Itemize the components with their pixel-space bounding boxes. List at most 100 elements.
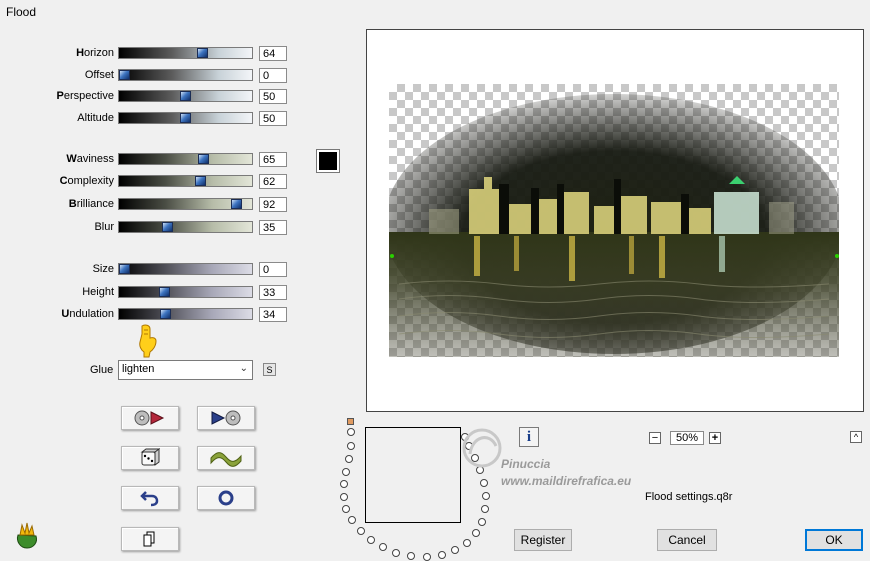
slider-track[interactable] <box>118 90 253 102</box>
navigator-ring-dot <box>392 549 400 557</box>
collapse-button[interactable]: ^ <box>850 431 862 443</box>
navigator-ring-dot <box>348 516 356 524</box>
slider-label: Offset <box>0 69 114 81</box>
watermark-url: www.maildirefrafica.eu <box>501 474 632 488</box>
navigator-ring-dot <box>480 479 488 487</box>
filters-unlimited-logo-icon <box>17 522 37 549</box>
glue-s-button[interactable]: S <box>263 363 276 376</box>
slider-row: Blur 35 <box>0 220 300 236</box>
slider-thumb[interactable] <box>160 309 171 319</box>
slider-value-field[interactable]: 50 <box>259 111 287 126</box>
slider-track[interactable] <box>118 47 253 59</box>
zoom-level: 50% <box>670 431 704 445</box>
slider-track[interactable] <box>118 69 253 81</box>
slider-row: Offset 0 <box>0 68 300 84</box>
random-dice-icon <box>140 448 160 466</box>
slider-label-text: ndulation <box>69 308 114 320</box>
slider-thumb[interactable] <box>159 287 170 297</box>
glue-select[interactable]: lighten ⌄ <box>118 360 253 380</box>
plus-icon: + <box>711 432 719 444</box>
register-button[interactable]: Register <box>514 529 572 551</box>
navigator-ring-dot <box>345 455 353 463</box>
chevron-up-icon: ^ <box>853 432 859 442</box>
slider-label-accel: P <box>56 90 64 102</box>
slider-label-text: orizon <box>84 47 114 59</box>
navigator-ring-dot <box>379 543 387 551</box>
slider-label: Brilliance <box>0 198 114 210</box>
slider-thumb[interactable] <box>198 154 209 164</box>
wave-button[interactable] <box>197 446 255 470</box>
minus-icon: − <box>651 432 659 444</box>
navigator-ring-dot <box>340 493 348 501</box>
undo-button[interactable] <box>121 486 179 510</box>
slider-label-text: Offset <box>84 69 114 81</box>
slider-label-text: Altitude <box>77 112 114 124</box>
slider-track[interactable] <box>118 221 253 233</box>
slider-label-text: rilliance <box>76 198 114 210</box>
slider-track[interactable] <box>118 263 253 275</box>
preview-image <box>389 94 839 357</box>
slider-thumb[interactable] <box>119 70 130 80</box>
slider-thumb[interactable] <box>162 222 173 232</box>
reset-button[interactable] <box>197 486 255 510</box>
slider-value-field[interactable]: 50 <box>259 89 287 104</box>
slider-thumb[interactable] <box>197 48 208 58</box>
slider-label-text: Blur <box>94 221 114 233</box>
slider-row: Undulation 34 <box>0 307 300 323</box>
slider-value-field[interactable]: 0 <box>259 262 287 277</box>
slider-value-field[interactable]: 35 <box>259 220 287 235</box>
random-button[interactable] <box>121 446 179 470</box>
navigator-ring-dot <box>407 552 415 560</box>
slider-track[interactable] <box>118 153 253 165</box>
slider-thumb[interactable] <box>119 264 130 274</box>
window-title: Flood <box>6 5 37 19</box>
slider-value-field[interactable]: 92 <box>259 197 287 212</box>
settings-filename: Flood settings.q8r <box>645 491 733 503</box>
navigator-ring-dot <box>347 428 355 436</box>
ok-button[interactable]: OK <box>805 529 863 551</box>
save-preset-button[interactable] <box>197 406 255 430</box>
slider-value-field[interactable]: 62 <box>259 174 287 189</box>
slider-label: Complexity <box>0 175 114 187</box>
watermark-name: Pinuccia <box>501 457 551 471</box>
navigator-anchor-handle[interactable] <box>347 418 354 425</box>
glue-select-value: lighten <box>122 363 155 375</box>
zoom-out-button[interactable]: − <box>649 432 661 444</box>
load-preset-button[interactable] <box>121 406 179 430</box>
navigator-ring-dot <box>347 442 355 450</box>
zoom-in-button[interactable]: + <box>709 432 721 444</box>
cancel-button[interactable]: Cancel <box>657 529 717 551</box>
navigator-ring-dot <box>340 480 348 488</box>
slider-label: Altitude <box>0 112 114 124</box>
slider-label-accel: B <box>68 198 77 210</box>
slider-thumb[interactable] <box>195 176 206 186</box>
slider-value-field[interactable]: 64 <box>259 46 287 61</box>
slider-label-accel: C <box>59 175 68 187</box>
info-button[interactable]: i <box>519 427 539 447</box>
slider-row: Horizon 64 <box>0 46 300 62</box>
slider-label-text: Height <box>82 286 114 298</box>
copy-icon <box>143 531 155 547</box>
slider-track[interactable] <box>118 198 253 210</box>
slider-thumb[interactable] <box>231 199 242 209</box>
slider-value-field[interactable]: 65 <box>259 152 287 167</box>
slider-value-field[interactable]: 34 <box>259 307 287 322</box>
slider-thumb[interactable] <box>180 113 191 123</box>
slider-track[interactable] <box>118 175 253 187</box>
slider-track[interactable] <box>118 286 253 298</box>
navigator-thumbnail[interactable] <box>365 427 461 523</box>
slider-row: Height 33 <box>0 285 300 301</box>
info-icon: i <box>526 429 532 445</box>
slider-row: Perspective 50 <box>0 89 300 105</box>
slider-value-field[interactable]: 0 <box>259 68 287 83</box>
slider-label: Perspective <box>0 90 114 102</box>
load-preset-icon <box>134 410 165 426</box>
slider-track[interactable] <box>118 112 253 124</box>
slider-track[interactable] <box>118 308 253 320</box>
slider-thumb[interactable] <box>180 91 191 101</box>
reset-icon <box>218 490 234 506</box>
color-swatch[interactable] <box>316 149 340 173</box>
slider-value-field[interactable]: 33 <box>259 285 287 300</box>
slider-row: Complexity 62 <box>0 174 300 190</box>
copy-button[interactable] <box>121 527 179 551</box>
